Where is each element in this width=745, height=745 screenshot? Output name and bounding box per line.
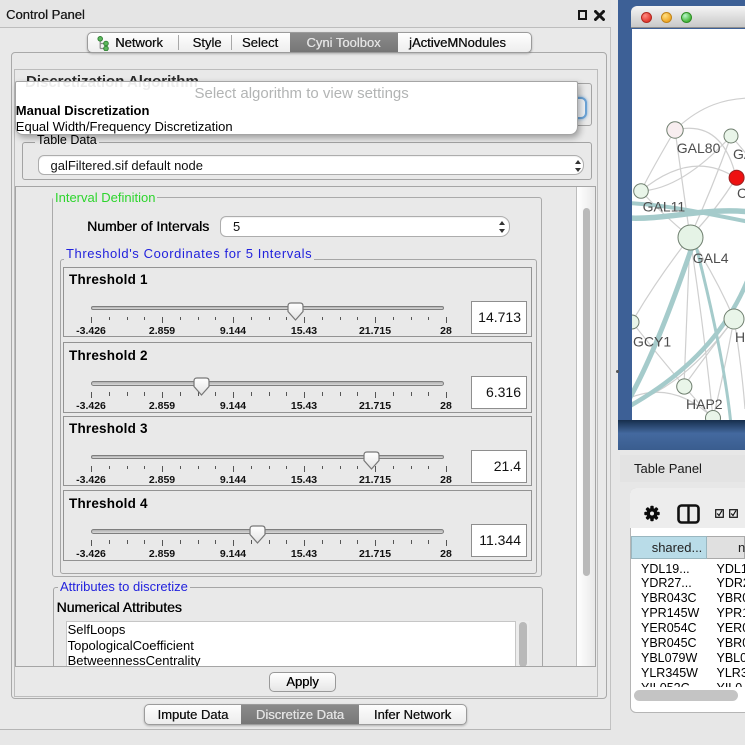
svg-text:GAL4: GAL4 xyxy=(693,250,729,266)
svg-text:GAL80: GAL80 xyxy=(677,140,721,156)
svg-text:GAL11: GAL11 xyxy=(643,199,686,215)
svg-text:GA: GA xyxy=(733,146,745,162)
svg-text:HAP2: HAP2 xyxy=(686,396,723,412)
svg-text:GCY1: GCY1 xyxy=(633,333,671,349)
svg-text:C: C xyxy=(737,185,745,201)
svg-text:H: H xyxy=(735,329,745,345)
